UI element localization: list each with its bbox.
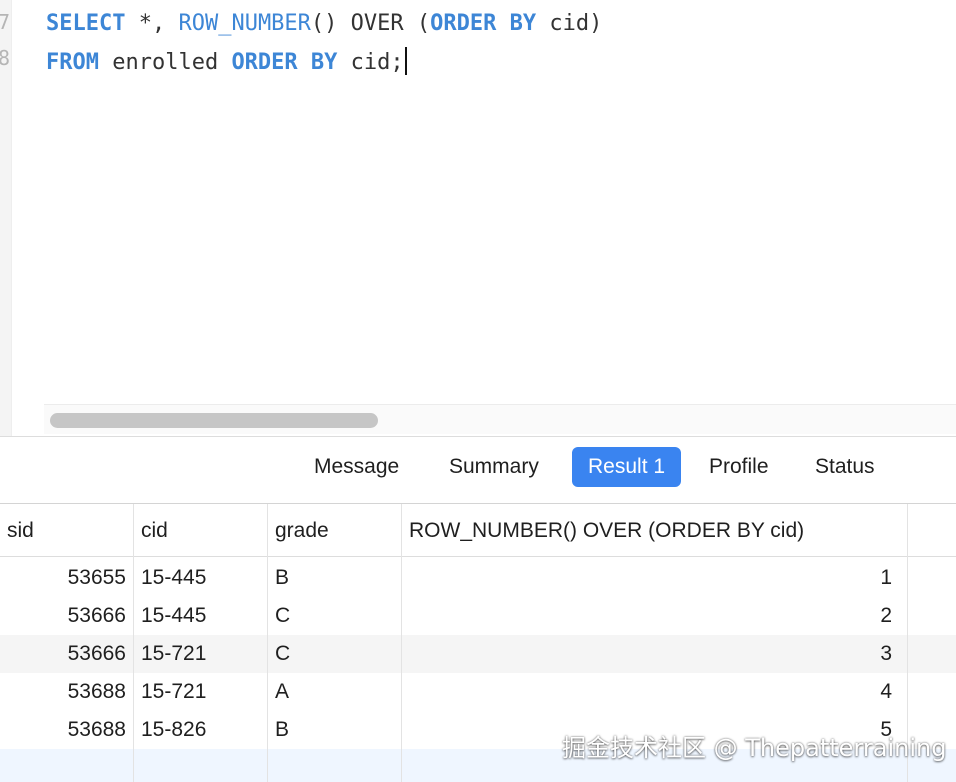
cell-grade[interactable]: B	[268, 559, 402, 597]
cell-grade[interactable]: B	[268, 711, 402, 749]
table-row[interactable]: 53688 15-721 A 4	[0, 673, 956, 711]
cell-row-number[interactable]: 3	[402, 635, 900, 673]
tab-message[interactable]: Message	[298, 447, 415, 487]
cell-cid[interactable]: 15-445	[134, 597, 268, 635]
tab-profile[interactable]: Profile	[693, 447, 785, 487]
code-text: cid;	[337, 50, 404, 75]
grid-header: sid cid grade ROW_NUMBER() OVER (ORDER B…	[0, 504, 956, 557]
table-row[interactable]: 53655 15-445 B 1	[0, 559, 956, 597]
cell-sid[interactable]: 53688	[0, 711, 134, 749]
cell-cid[interactable]: 15-721	[134, 635, 268, 673]
function-row-number: ROW_NUMBER	[178, 11, 311, 36]
code-line[interactable]: SELECT *, ROW_NUMBER() OVER (ORDER BY ci…	[46, 11, 602, 37]
table-row[interactable]: 53666 15-721 C 3	[0, 635, 956, 673]
cell-row-number[interactable]: 4	[402, 673, 900, 711]
column-header-sid[interactable]: sid	[0, 504, 134, 557]
keyword-order: ORDER	[430, 11, 497, 36]
cell-cid[interactable]: 15-826	[134, 711, 268, 749]
cell-cid[interactable]: 15-445	[134, 559, 268, 597]
cell-grade[interactable]: C	[268, 635, 402, 673]
cell-sid[interactable]: 53688	[0, 673, 134, 711]
keyword-by: BY	[310, 50, 338, 75]
cell-sid[interactable]: 53666	[0, 597, 134, 635]
code-text: *,	[125, 11, 179, 36]
column-divider	[133, 557, 134, 782]
cell-cid[interactable]: 15-721	[134, 673, 268, 711]
keyword-by: BY	[509, 11, 537, 36]
cell-grade[interactable]: C	[268, 597, 402, 635]
text-caret	[404, 47, 407, 75]
line-number-gutter: 7 8	[0, 0, 12, 436]
code-text: cid)	[536, 11, 603, 36]
tab-result-1[interactable]: Result 1	[572, 447, 682, 487]
horizontal-scrollbar[interactable]	[44, 404, 956, 434]
keyword-select: SELECT	[46, 11, 126, 36]
cell-grade[interactable]: A	[268, 673, 402, 711]
code-text: () OVER (	[310, 11, 431, 36]
table-row[interactable]: 53666 15-445 C 2	[0, 597, 956, 635]
column-header-row-number[interactable]: ROW_NUMBER() OVER (ORDER BY cid)	[402, 504, 908, 557]
column-divider	[267, 557, 268, 782]
tab-status[interactable]: Status	[799, 447, 891, 487]
code-line[interactable]: FROM enrolled ORDER BY cid;	[46, 47, 407, 76]
cell-sid[interactable]: 53655	[0, 559, 134, 597]
line-number: 7	[0, 10, 11, 34]
line-number: 8	[0, 46, 11, 70]
column-divider	[401, 557, 402, 782]
result-tab-bar: Message Summary Result 1 Profile Status	[0, 436, 956, 504]
tab-summary[interactable]: Summary	[433, 447, 555, 487]
column-header-cid[interactable]: cid	[134, 504, 268, 557]
keyword-from: FROM	[46, 50, 99, 75]
sql-editor[interactable]: 7 8 SELECT *, ROW_NUMBER() OVER (ORDER B…	[0, 0, 956, 436]
scrollbar-thumb[interactable]	[50, 413, 378, 428]
keyword-order: ORDER	[231, 50, 298, 75]
watermark-text: 掘金技术社区 @ Thepatterraining	[562, 734, 947, 762]
cell-sid[interactable]: 53666	[0, 635, 134, 673]
cell-row-number[interactable]: 2	[402, 597, 900, 635]
code-text: enrolled	[98, 50, 232, 75]
column-header-grade[interactable]: grade	[268, 504, 402, 557]
cell-row-number[interactable]: 1	[402, 559, 900, 597]
